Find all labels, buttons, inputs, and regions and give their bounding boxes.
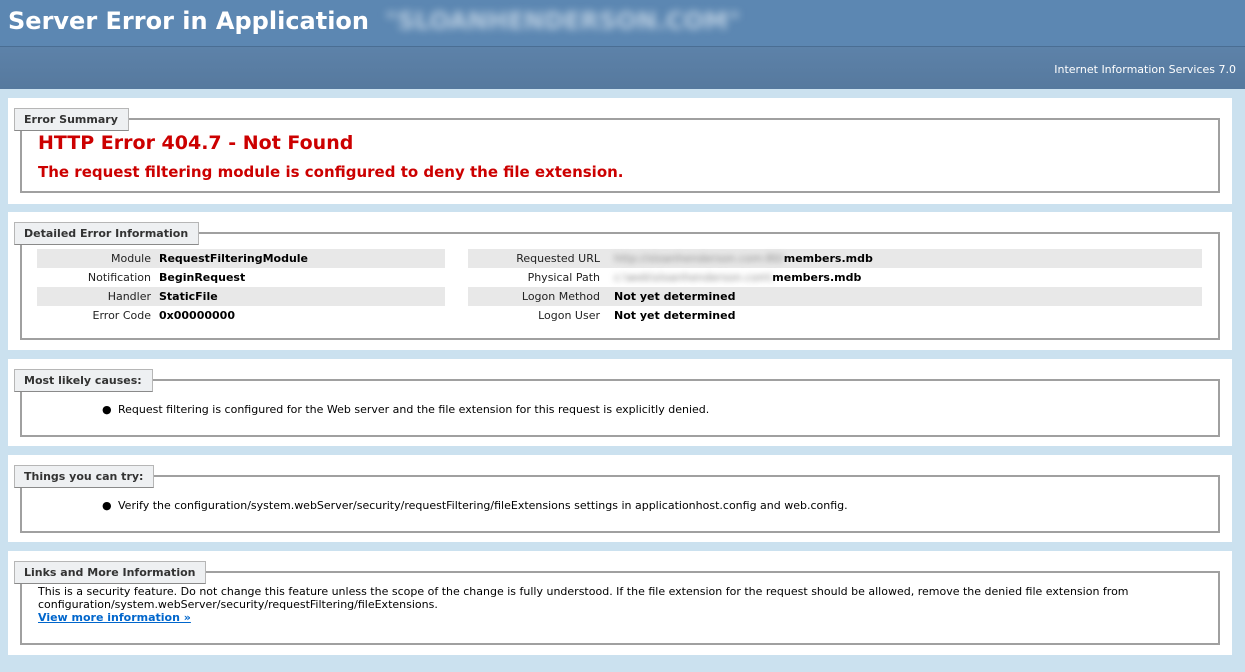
detail-label: Logon Method: [521, 290, 600, 303]
detailed-info-panel: Module RequestFilteringModule Notificati…: [8, 212, 1232, 350]
detail-value: RequestFilteringModule: [159, 252, 309, 265]
causes-panel: ● Request filtering is configured for the…: [8, 359, 1232, 446]
causes-box: ● Request filtering is configured for the…: [20, 379, 1220, 437]
bullet-icon: ●: [102, 403, 112, 416]
detail-row-notification: Notification BeginRequest: [37, 268, 445, 287]
cause-text: Request filtering is configured for the …: [118, 403, 710, 416]
links-text: This is a security feature. Do not chang…: [38, 585, 1129, 611]
detail-label: Handler: [107, 290, 151, 303]
page-header: Server Error in Application "SLOANHENDERS…: [0, 0, 1245, 47]
detail-value: members.mdb: [783, 252, 873, 265]
detail-row-handler: Handler StaticFile: [37, 287, 445, 306]
detailed-info-box: Module RequestFilteringModule Notificati…: [20, 232, 1220, 340]
redacted-url: http://sloanhenderson.com:80/: [614, 252, 784, 265]
error-summary-legend: Error Summary: [14, 108, 129, 131]
causes-legend: Most likely causes:: [14, 369, 153, 392]
detail-row-error-code: Error Code 0x00000000: [37, 306, 445, 325]
detail-label: Module: [111, 252, 151, 265]
try-text: Verify the configuration/system.webServe…: [118, 499, 848, 512]
redacted-path: c:\web\sloanhenderson.com\: [614, 271, 773, 284]
detail-row-module: Module RequestFilteringModule: [37, 249, 445, 268]
try-legend: Things you can try:: [14, 465, 155, 488]
detail-value: members.mdb: [772, 271, 862, 284]
error-summary-box: HTTP Error 404.7 - Not Found The request…: [20, 118, 1220, 193]
error-title: HTTP Error 404.7 - Not Found: [38, 132, 354, 154]
try-panel: ● Verify the configuration/system.webServ…: [8, 455, 1232, 542]
links-legend: Links and More Information: [14, 561, 207, 584]
list-item: ● Request filtering is configured for the…: [102, 403, 709, 416]
detail-row-logon-method: Logon Method Not yet determined: [468, 287, 1202, 306]
page-title: Server Error in Application "SLOANHENDERS…: [8, 7, 740, 35]
iis-version-label: Internet Information Services 7.0: [1054, 63, 1236, 76]
detail-label: Error Code: [92, 309, 151, 322]
detail-row-physical-path: Physical Path c:\web\sloanhenderson.com\…: [468, 268, 1202, 287]
detail-label: Logon User: [538, 309, 600, 322]
links-description: This is a security feature. Do not chang…: [38, 585, 1188, 624]
detail-value: StaticFile: [159, 290, 218, 303]
try-box: ● Verify the configuration/system.webServ…: [20, 475, 1220, 533]
detail-row-requested-url: Requested URL http://sloanhenderson.com:…: [468, 249, 1202, 268]
bullet-icon: ●: [102, 499, 112, 512]
detail-label: Notification: [87, 271, 151, 284]
list-item: ● Verify the configuration/system.webServ…: [102, 499, 848, 512]
detail-value: Not yet determined: [614, 290, 736, 303]
view-more-information-link[interactable]: View more information »: [38, 611, 191, 624]
detail-value: Not yet determined: [614, 309, 736, 322]
links-panel: This is a security feature. Do not chang…: [8, 551, 1232, 655]
detail-row-logon-user: Logon User Not yet determined: [468, 306, 1202, 325]
page-title-text: Server Error in Application: [8, 7, 370, 35]
detail-label: Requested URL: [516, 252, 600, 265]
error-summary-panel: HTTP Error 404.7 - Not Found The request…: [8, 98, 1232, 204]
redacted-hostname: "SLOANHENDERSON.COM": [385, 7, 741, 35]
page-subheader: Internet Information Services 7.0: [0, 47, 1245, 89]
detailed-info-legend: Detailed Error Information: [14, 222, 200, 245]
detail-label: Physical Path: [527, 271, 600, 284]
detail-value: BeginRequest: [159, 271, 246, 284]
detail-value: 0x00000000: [159, 309, 235, 322]
error-subtitle: The request filtering module is configur…: [38, 163, 624, 181]
